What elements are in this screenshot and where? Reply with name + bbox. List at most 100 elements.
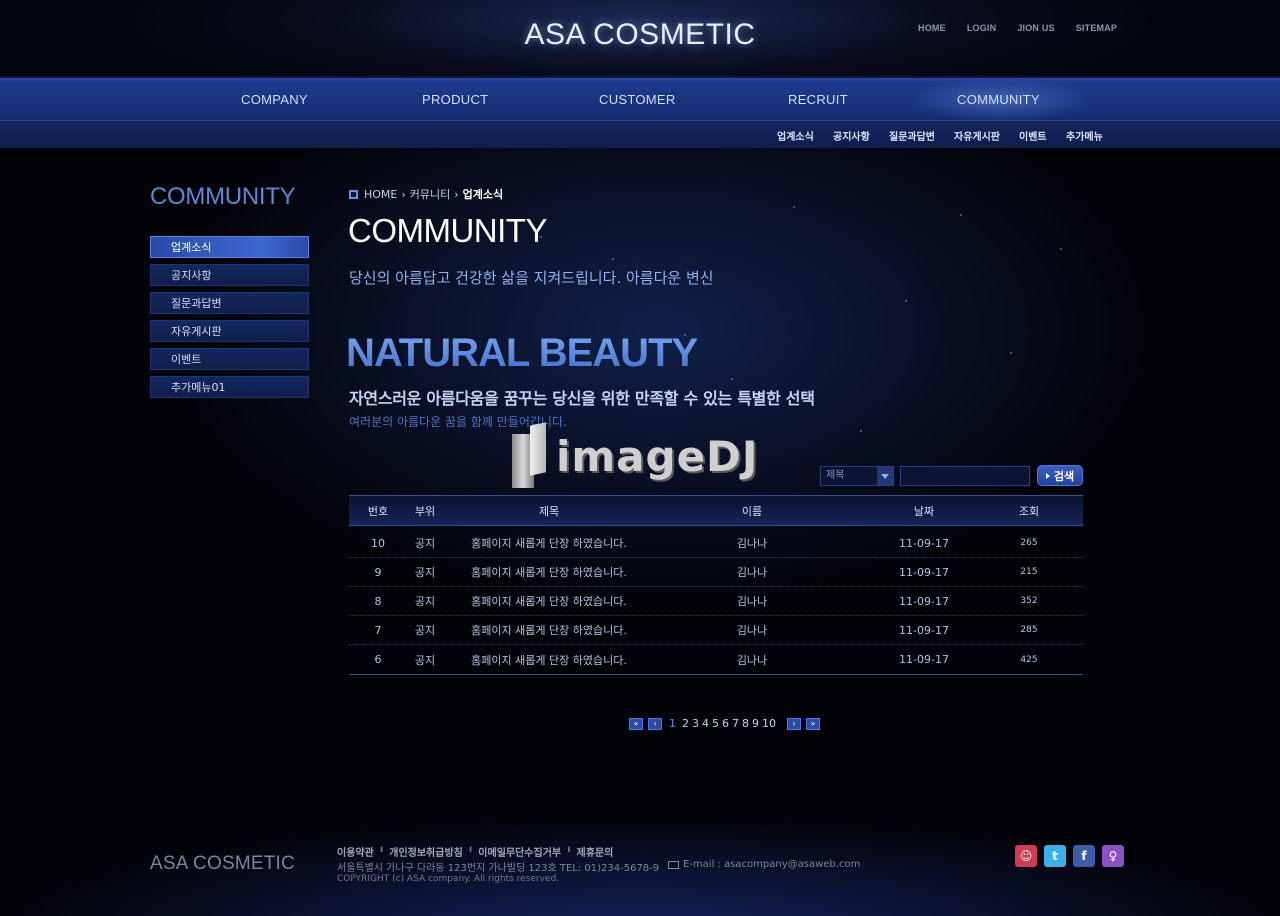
page-link[interactable]: 7 <box>732 717 739 730</box>
page-link[interactable]: 9 <box>752 717 759 730</box>
facebook-icon[interactable]: f <box>1073 845 1095 867</box>
subnav-item[interactable]: 업계소식 <box>777 128 814 143</box>
sub-nav: 업계소식 공지사항 질문과답변 자유게시판 이벤트 추가메뉴 <box>0 120 1280 148</box>
cell-title-link[interactable]: 홈페이지 새롭게 단장 하였습니다. <box>443 535 655 551</box>
main-nav: COMPANY PRODUCT CUSTOMER RECRUIT COMMUNI… <box>0 76 1280 122</box>
col-date: 날짜 <box>913 504 935 518</box>
last-page-icon[interactable]: » <box>806 717 820 730</box>
watermark: imageDJ <box>512 422 759 488</box>
cell-date: 11-09-17 <box>899 565 949 579</box>
nav-community[interactable]: COMMUNITY <box>957 92 1040 107</box>
util-join-link[interactable]: JION US <box>1017 23 1054 33</box>
page-link[interactable]: 8 <box>742 717 749 730</box>
watermark-text: imageDJ <box>556 431 759 481</box>
page-link[interactable]: 2 <box>682 717 689 730</box>
search-input[interactable] <box>900 465 1030 486</box>
social-links: ☺ t f ♀ <box>1015 845 1131 867</box>
prev-page-icon[interactable]: ‹ <box>648 717 662 730</box>
first-page-icon[interactable]: « <box>629 717 643 730</box>
search-button-label: 검색 <box>1053 469 1075 483</box>
blog-icon[interactable]: ♀ <box>1102 845 1124 867</box>
page-numbers: 1 2 3 4 5 6 7 8 9 10 <box>669 717 779 730</box>
util-home-link[interactable]: HOME <box>918 23 946 33</box>
cell-name: 김나나 <box>736 566 768 579</box>
subnav-item[interactable]: 추가메뉴 <box>1066 128 1103 143</box>
breadcrumb-current: 업계소식 <box>462 188 504 201</box>
cell-date: 11-09-17 <box>899 536 949 550</box>
search-select-value: 제목 <box>826 469 845 481</box>
util-login-link[interactable]: LOGIN <box>967 23 997 33</box>
next-page-icon[interactable]: › <box>787 717 801 730</box>
sidebar-item-event[interactable]: 이벤트 <box>150 348 309 370</box>
sidebar-item-qna[interactable]: 질문과답변 <box>150 292 309 314</box>
footer-email-text: E-mail : asacompany@asaweb.com <box>683 859 861 870</box>
col-views: 조회 <box>1018 504 1040 518</box>
cell-part: 공지 <box>414 537 436 550</box>
subnav-item[interactable]: 이벤트 <box>1019 128 1047 143</box>
page-link[interactable]: 10 <box>762 717 776 730</box>
watermark-logo-icon <box>512 422 552 488</box>
separator: ı <box>379 844 384 855</box>
me2day-icon[interactable]: ☺ <box>1015 845 1037 867</box>
star <box>612 258 614 260</box>
breadcrumb-community[interactable]: 커뮤니티 <box>410 186 450 202</box>
page-link[interactable]: 4 <box>702 717 709 730</box>
cell-name: 김나나 <box>736 624 768 637</box>
cell-number: 7 <box>374 623 382 637</box>
page-title: COMMUNITY <box>348 212 547 249</box>
cell-title-link[interactable]: 홈페이지 새롭게 단장 하였습니다. <box>443 652 655 668</box>
footer-copyright: COPYRIGHT (c) ASA company. All rights re… <box>337 874 560 884</box>
footer-links: 이용약관 ı 개인정보취급방침 ı 이메일무단수집거부 ı 제휴문의 <box>337 844 613 859</box>
cell-name: 김나나 <box>736 653 768 667</box>
nav-product[interactable]: PRODUCT <box>422 92 488 107</box>
star <box>1010 352 1012 354</box>
cell-name: 김나나 <box>736 595 768 608</box>
subnav-item[interactable]: 질문과답변 <box>889 128 935 143</box>
footer-logo: ASA COSMETIC <box>150 853 295 874</box>
cell-title-link[interactable]: 홈페이지 새롭게 단장 하였습니다. <box>443 564 655 580</box>
sidebar-item-news[interactable]: 업계소식 <box>150 236 309 258</box>
nav-recruit[interactable]: RECRUIT <box>788 92 848 107</box>
subnav-item[interactable]: 자유게시판 <box>954 128 1000 143</box>
footer-link-privacy[interactable]: 개인정보취급방침 <box>389 844 463 859</box>
nav-customer[interactable]: CUSTOMER <box>599 92 676 107</box>
star <box>905 300 907 302</box>
cell-part: 공지 <box>414 566 436 579</box>
search-button[interactable]: 검색 <box>1037 465 1083 486</box>
page-link-current[interactable]: 1 <box>669 717 676 730</box>
cell-date: 11-09-17 <box>899 594 949 608</box>
search-field-select[interactable]: 제목 <box>820 465 894 486</box>
nav-company[interactable]: COMPANY <box>241 92 308 107</box>
breadcrumb-home[interactable]: HOME <box>364 188 397 201</box>
table-row: 9 공지 홈페이지 새롭게 단장 하였습니다. 김나나 11-09-17 215 <box>349 558 1083 587</box>
page-link[interactable]: 6 <box>722 717 729 730</box>
board-table: 번호 부위 제목 이름 날짜 조회 10 공지 홈페이지 새롭게 단장 하였습니… <box>349 495 1083 675</box>
cell-views: 215 <box>1020 567 1038 577</box>
cell-title-link[interactable]: 홈페이지 새롭게 단장 하였습니다. <box>443 622 655 638</box>
cell-title-link[interactable]: 홈페이지 새롭게 단장 하였습니다. <box>443 593 655 609</box>
sidebar-item-notice[interactable]: 공지사항 <box>150 264 309 286</box>
arrow-right-icon <box>1045 472 1050 479</box>
subnav-item[interactable]: 공지사항 <box>833 128 870 143</box>
cell-part: 공지 <box>414 624 436 637</box>
table-row: 6 공지 홈페이지 새롭게 단장 하였습니다. 김나나 11-09-17 425 <box>349 645 1083 674</box>
pagination: « ‹ 1 2 3 4 5 6 7 8 9 10 › » <box>629 717 825 730</box>
page-link[interactable]: 3 <box>692 717 699 730</box>
sidebar-item-free-board[interactable]: 자유게시판 <box>150 320 309 342</box>
footer-link-terms[interactable]: 이용약관 <box>337 844 374 859</box>
footer-link-email-policy[interactable]: 이메일무단수집거부 <box>478 844 561 859</box>
cell-number: 9 <box>374 565 382 579</box>
sidebar-title: COMMUNITY <box>150 183 296 210</box>
col-part: 부위 <box>414 504 436 518</box>
breadcrumb: HOME › 커뮤니티 › 업계소식 <box>349 186 503 202</box>
twitter-icon[interactable]: t <box>1044 845 1066 867</box>
page-link[interactable]: 5 <box>712 717 719 730</box>
footer-email: E-mail : asacompany@asaweb.com <box>668 859 860 870</box>
banner-title: NATURAL BEAUTY <box>346 331 698 375</box>
table-row: 7 공지 홈페이지 새롭게 단장 하였습니다. 김나나 11-09-17 285 <box>349 616 1083 645</box>
col-number: 번호 <box>367 504 389 518</box>
util-sitemap-link[interactable]: SITEMAP <box>1076 23 1117 33</box>
sidebar-item-extra[interactable]: 추가메뉴01 <box>150 376 309 398</box>
footer-link-partnership[interactable]: 제휴문의 <box>577 844 614 859</box>
star <box>793 206 795 208</box>
